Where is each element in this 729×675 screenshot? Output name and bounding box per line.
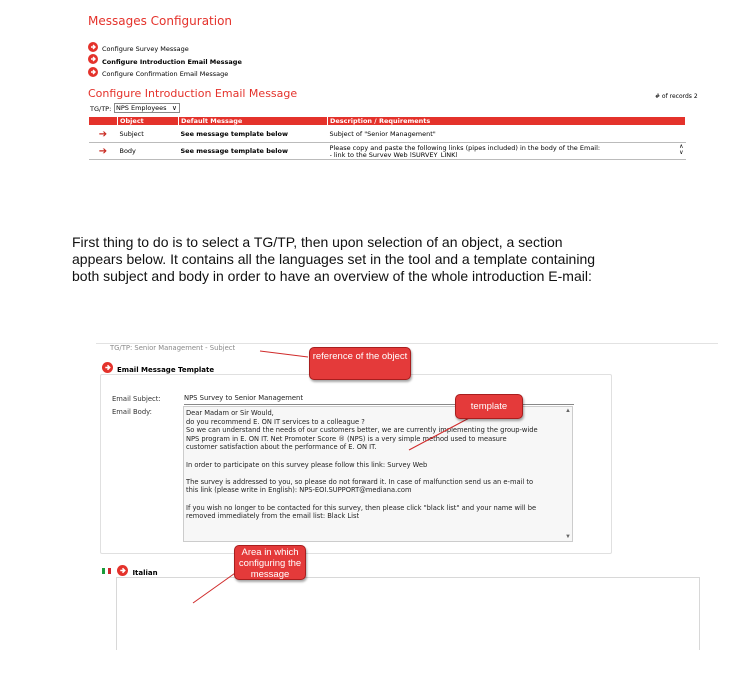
explanation-paragraph: First thing to do is to select a TG/TP, …: [72, 234, 722, 285]
callout-lines: [192, 350, 474, 604]
cell-description: Please copy and paste the following link…: [327, 142, 686, 160]
tg-tp-select[interactable]: NPS Employees ∨: [114, 103, 180, 113]
template-callout: template: [455, 394, 523, 419]
cell-default: See message template below: [178, 142, 328, 160]
table-header-row: Object Default Message Description / Req…: [88, 116, 686, 126]
scroll-arrows-icon[interactable]: ∧ ∨: [679, 144, 683, 156]
messages-config-title: Messages Configuration: [88, 14, 233, 28]
paragraph-line: appears below. It contains all the langu…: [72, 251, 596, 267]
reference-pointer: [259, 350, 309, 358]
table-row[interactable]: ➔ Subject See message template below Sub…: [88, 125, 686, 143]
col-header-default: Default Message: [178, 116, 328, 126]
cell-object: Body: [117, 142, 179, 160]
desc-line-2: - link to the Survey Web |SURVEY_LINK|: [329, 152, 458, 157]
area-pointer: [192, 570, 239, 604]
tg-tp-select-value: NPS Employees: [116, 104, 167, 112]
link-configure-confirmation-email[interactable]: Configure Confirmation Email Message: [88, 63, 242, 78]
config-table: Object Default Message Description / Req…: [88, 116, 686, 160]
area-callout: Area in which configuring the message: [234, 545, 306, 580]
paragraph-line: both subject and body in order to have a…: [72, 268, 592, 284]
col-header-action: [88, 116, 118, 126]
tg-tp-label: TG/TP:: [90, 105, 112, 113]
link-label: Configure Confirmation Email Message: [102, 70, 229, 78]
table-row[interactable]: ➔ Body See message template below Please…: [88, 142, 686, 160]
link-configure-intro-email[interactable]: Configure Introduction Email Message: [88, 51, 242, 66]
reference-callout: reference of the object: [309, 347, 411, 380]
records-count: # of records 2: [655, 93, 698, 100]
col-header-object: Object: [117, 116, 179, 126]
chevron-down-icon: ∨: [171, 104, 177, 112]
template-pointer: [408, 415, 474, 451]
paragraph-line: First thing to do is to select a TG/TP, …: [72, 234, 563, 250]
config-links: Configure Survey Message Configure Intro…: [88, 38, 242, 78]
arrow-right-icon[interactable]: ➔: [88, 125, 118, 143]
message-panel: TG/TP: Senior Management - Subject Email…: [96, 343, 718, 650]
section-subtitle: Configure Introduction Email Message: [88, 87, 298, 100]
cell-default: See message template below: [178, 125, 328, 143]
arrow-right-icon[interactable]: ➔: [88, 142, 118, 160]
cell-object: Subject: [117, 125, 179, 143]
link-configure-survey[interactable]: Configure Survey Message: [88, 38, 242, 53]
desc-line-1: Please copy and paste the following link…: [329, 144, 601, 152]
col-header-description: Description / Requirements: [327, 116, 686, 126]
cell-description: Subject of "Senior Management": [327, 125, 686, 143]
redirect-icon: [88, 66, 98, 77]
